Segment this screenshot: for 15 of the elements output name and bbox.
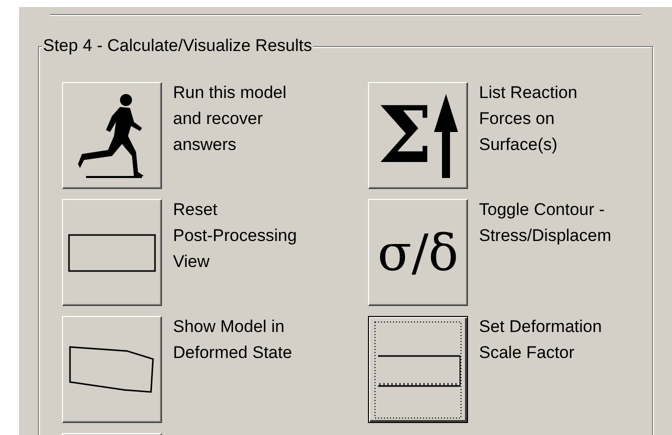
sigma-symbol: Σ [377, 96, 433, 176]
rectangle-icon [68, 234, 156, 272]
action-label: Toggle Contour - Stress/Displacem [479, 199, 612, 247]
action-label: Run this model and recover answers [173, 82, 286, 156]
tool-button[interactable]: Σ [368, 82, 468, 189]
action-label: List Reaction Forces on Surface(s) [479, 82, 578, 156]
group-title: Step 4 - Calculate/Visualize Results [42, 36, 313, 56]
action-label: Set Deformation Scale Factor [479, 316, 602, 364]
tool-button[interactable]: σ/δ [368, 199, 468, 306]
action-label: Reset Post-Processing View [173, 199, 297, 273]
sigma-delta-symbol: σ/δ [377, 222, 459, 282]
up-arrow-icon [432, 94, 459, 178]
scale-factor-icon [372, 318, 464, 420]
action-label: Show Model in Deformed State [173, 316, 292, 364]
tool-button[interactable] [368, 316, 468, 423]
